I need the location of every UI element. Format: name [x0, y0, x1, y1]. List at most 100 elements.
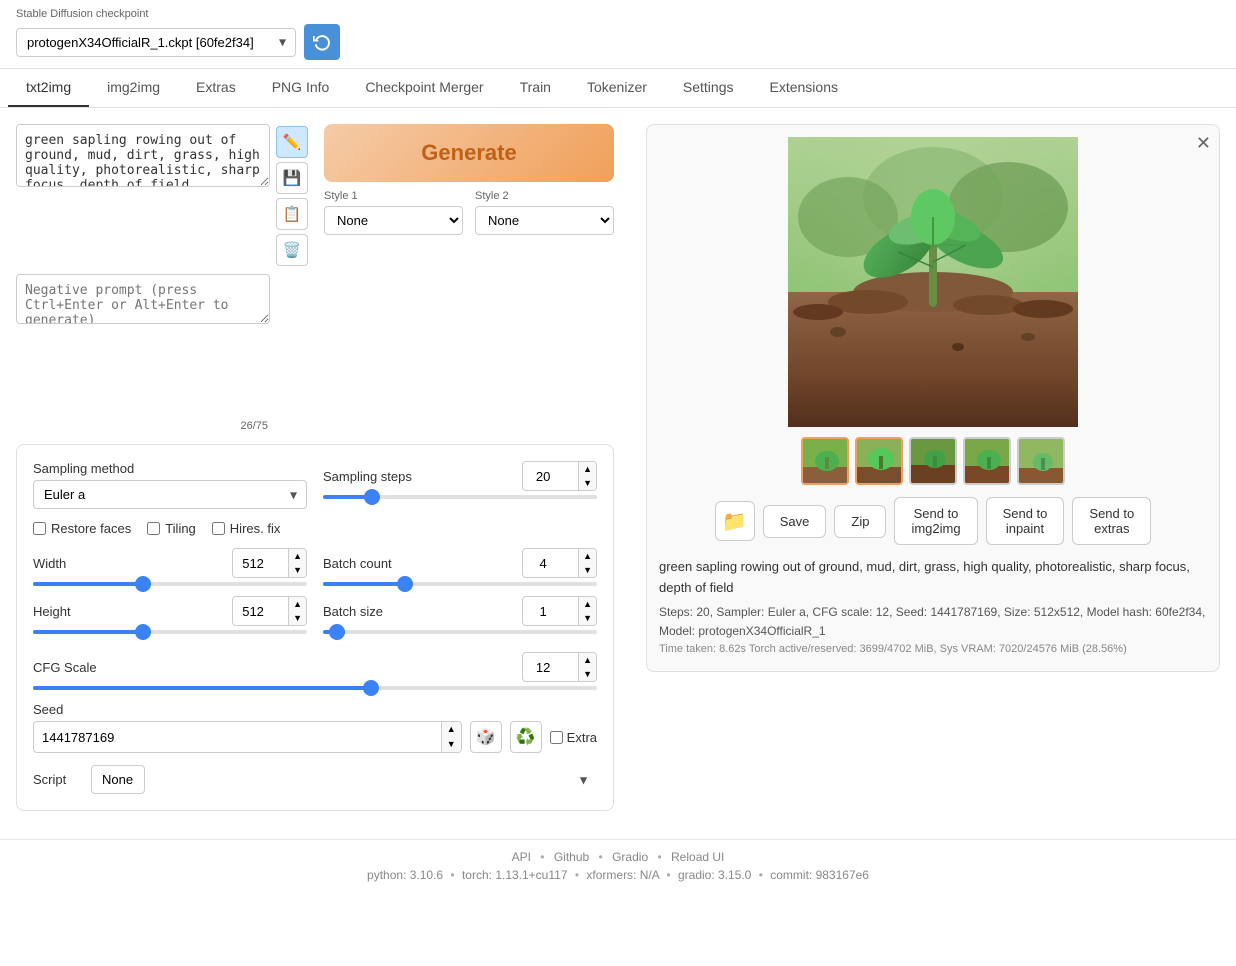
refresh-button[interactable] [304, 24, 340, 60]
left-col-params: Width ▲ ▼ [33, 548, 307, 642]
style2-select[interactable]: NoneStyle 1Style 2 [475, 206, 614, 235]
script-select[interactable]: None [91, 765, 145, 794]
batch-count-slider[interactable] [323, 582, 597, 586]
width-input[interactable] [233, 552, 288, 575]
batch-size-input-wrap: ▲ ▼ [522, 596, 597, 626]
steps-up[interactable]: ▲ [579, 462, 596, 476]
tab-train[interactable]: Train [502, 69, 569, 107]
hires-fix-input[interactable] [212, 522, 225, 535]
style1-select[interactable]: NoneStyle 1Style 2 [324, 206, 463, 235]
checkpoint-label: Stable Diffusion checkpoint [16, 8, 1220, 20]
recycle-button[interactable]: ♻️ [510, 721, 542, 753]
extra-label[interactable]: Extra [550, 730, 597, 745]
positive-prompt-input[interactable]: green sapling rowing out of ground, mud,… [16, 124, 270, 187]
height-down[interactable]: ▼ [289, 611, 306, 625]
cfg-up[interactable]: ▲ [579, 653, 596, 667]
extra-checkbox[interactable] [550, 731, 563, 744]
cfg-input[interactable] [523, 656, 578, 679]
tab-checkpoint-merger[interactable]: Checkpoint Merger [347, 69, 501, 107]
api-link[interactable]: API [512, 850, 531, 864]
batch-size-input[interactable] [523, 600, 578, 623]
thumbnail-4[interactable] [963, 437, 1011, 485]
thumbnail-1[interactable] [801, 437, 849, 485]
width-up[interactable]: ▲ [289, 549, 306, 563]
height-label: Height [33, 604, 71, 619]
height-slider[interactable] [33, 630, 307, 634]
cfg-scale-row: CFG Scale ▲ ▼ [33, 652, 597, 690]
cfg-thumb[interactable] [363, 680, 379, 696]
thumbnail-2[interactable] [855, 437, 903, 485]
generate-button[interactable]: Generate [324, 124, 614, 182]
github-link[interactable]: Github [554, 850, 589, 864]
batch-count-down[interactable]: ▼ [579, 563, 596, 577]
tab-extras[interactable]: Extras [178, 69, 254, 107]
script-select-wrap: None ▾ [91, 765, 597, 794]
cfg-down[interactable]: ▼ [579, 667, 596, 681]
batch-size-up[interactable]: ▲ [579, 597, 596, 611]
thumbnail-3[interactable] [909, 437, 957, 485]
batch-count-input[interactable] [523, 552, 578, 575]
edit-icon-btn[interactable]: ✏️ [276, 126, 308, 158]
batch-size-thumb[interactable] [329, 624, 345, 640]
restore-faces-checkbox[interactable]: Restore faces [33, 521, 131, 536]
tabs-bar: txt2img img2img Extras PNG Info Checkpoi… [0, 69, 1236, 108]
tab-extensions[interactable]: Extensions [752, 69, 856, 107]
footer-links: API • Github • Gradio • Reload UI [10, 850, 1226, 864]
folder-button[interactable]: 📁 [715, 501, 755, 541]
batch-count-up[interactable]: ▲ [579, 549, 596, 563]
hires-fix-checkbox[interactable]: Hires. fix [212, 521, 281, 536]
batch-size-slider[interactable] [323, 630, 597, 634]
batch-size-down[interactable]: ▼ [579, 611, 596, 625]
trash-btn[interactable]: 🗑️ [276, 234, 308, 266]
batch-count-thumb[interactable] [397, 576, 413, 592]
steps-input[interactable] [523, 465, 578, 488]
batch-count-spinners: ▲ ▼ [578, 549, 596, 577]
height-input-wrap: ▲ ▼ [232, 596, 307, 626]
sampling-method-select[interactable]: Euler a [33, 480, 307, 509]
tab-img2img[interactable]: img2img [89, 69, 178, 107]
checkpoint-select[interactable]: protogenX34OfficialR_1.ckpt [60fe2f34] [16, 28, 296, 57]
paste-style-btn[interactable]: 📋 [276, 198, 308, 230]
height-spinners: ▲ ▼ [288, 597, 306, 625]
steps-slider[interactable] [323, 495, 597, 499]
reload-link[interactable]: Reload UI [671, 850, 724, 864]
negative-prompt-input[interactable] [16, 274, 270, 324]
tiling-input[interactable] [147, 522, 160, 535]
tab-png-info[interactable]: PNG Info [254, 69, 348, 107]
prompt-tools: ✏️ 💾 📋 🗑️ [276, 124, 308, 266]
dice-button[interactable]: 🎲 [470, 721, 502, 753]
send-inpaint-button[interactable]: Send to inpaint [986, 497, 1065, 545]
send-img2img-button[interactable]: Send to img2img [894, 497, 977, 545]
save-style-btn[interactable]: 💾 [276, 162, 308, 194]
tab-settings[interactable]: Settings [665, 69, 752, 107]
send-extras-button[interactable]: Send to extras [1072, 497, 1151, 545]
zip-button[interactable]: Zip [834, 505, 886, 538]
width-slider[interactable] [33, 582, 307, 586]
gradio-link[interactable]: Gradio [612, 850, 648, 864]
seed-input[interactable] [34, 725, 441, 750]
save-button[interactable]: Save [763, 505, 827, 538]
seed-down[interactable]: ▼ [442, 737, 461, 752]
width-down[interactable]: ▼ [289, 563, 306, 577]
tab-txt2img[interactable]: txt2img [8, 69, 89, 107]
thumbnail-5[interactable] [1017, 437, 1065, 485]
tiling-checkbox[interactable]: Tiling [147, 521, 196, 536]
steps-spinners: ▲ ▼ [578, 462, 596, 490]
close-button[interactable]: ✕ [1196, 133, 1211, 154]
right-panel: ✕ [630, 108, 1236, 839]
height-input[interactable] [233, 600, 288, 623]
steps-input-wrap: ▲ ▼ [522, 461, 597, 491]
restore-faces-input[interactable] [33, 522, 46, 535]
height-up[interactable]: ▲ [289, 597, 306, 611]
tab-tokenizer[interactable]: Tokenizer [569, 69, 665, 107]
cfg-slider[interactable] [33, 686, 597, 690]
steps-thumb[interactable] [364, 489, 380, 505]
steps-down[interactable]: ▼ [579, 476, 596, 490]
sampling-method-label: Sampling method [33, 461, 307, 476]
commit-ver: commit: 983167e6 [770, 868, 869, 882]
extra-text: Extra [567, 730, 597, 745]
seed-up[interactable]: ▲ [442, 722, 461, 737]
top-section: green sapling rowing out of ground, mud,… [16, 124, 614, 432]
height-thumb[interactable] [135, 624, 151, 640]
width-thumb[interactable] [135, 576, 151, 592]
